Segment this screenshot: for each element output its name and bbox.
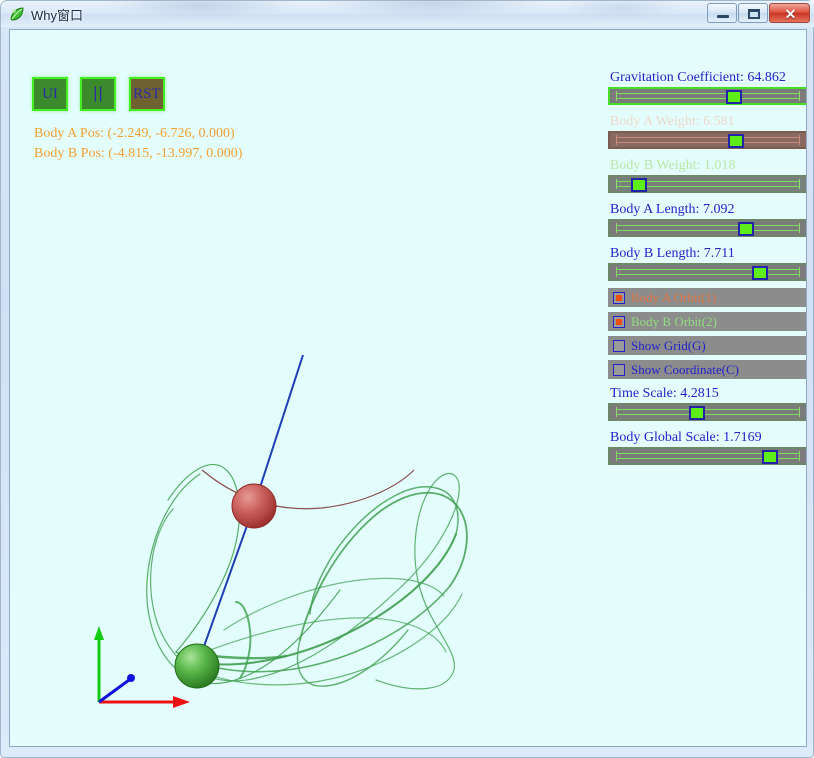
checkbox-show-grid[interactable]: Show Grid(G) — [608, 336, 806, 355]
slider-track — [616, 137, 800, 143]
body-a-orbit-label: Body A Orbit(1) — [631, 290, 717, 305]
title-bar[interactable]: Why窗口 ✕ — [1, 1, 814, 27]
slider-end-left — [616, 407, 617, 417]
gravitation-coefficient-label: Gravitation Coefficient: 64.862 — [610, 70, 786, 85]
slider-end-left — [616, 135, 617, 145]
slider-end-left — [616, 91, 617, 101]
control-body-global-scale: Body Global Scale: 1.7169 — [608, 428, 806, 465]
checkbox-icon-checked[interactable] — [613, 292, 625, 304]
body-a-sphere[interactable] — [231, 483, 277, 529]
checkbox-body-a-orbit[interactable]: Body A Orbit(1) — [608, 288, 806, 307]
slider-end-left — [616, 223, 617, 233]
close-button[interactable]: ✕ — [769, 3, 810, 23]
body-a-length-label: Body A Length: 7.092 — [610, 202, 735, 217]
application-window: Why窗口 ✕ UI || RST Body A Pos: (-2.249, -… — [0, 0, 814, 758]
body-b-weight-slider[interactable] — [608, 175, 806, 193]
slider-handle[interactable] — [728, 134, 744, 148]
slider-handle[interactable] — [762, 450, 778, 464]
pause-button[interactable]: || — [80, 77, 117, 111]
body-global-scale-slider[interactable] — [608, 447, 806, 465]
body-a-length-slider[interactable] — [608, 219, 806, 237]
control-panel: Gravitation Coefficient: 64.862 Body A W… — [608, 68, 806, 472]
minimize-button[interactable] — [707, 3, 737, 23]
reset-button[interactable]: RST — [128, 77, 165, 111]
body-a-weight-label: Body A Weight: 6.581 — [610, 114, 735, 129]
body-global-scale-label: Body Global Scale: 1.7169 — [610, 430, 762, 445]
close-icon: ✕ — [784, 6, 797, 22]
show-coordinate-label: Show Coordinate(C) — [631, 362, 739, 377]
client-area: UI || RST Body A Pos: (-2.249, -6.726, 0… — [9, 29, 807, 747]
control-body-b-weight: Body B Weight: 1.018 — [608, 156, 806, 193]
body-b-length-slider[interactable] — [608, 263, 806, 281]
slider-end-left — [616, 451, 617, 461]
window-title: Why窗口 — [31, 8, 84, 23]
body-a-weight-slider[interactable] — [608, 131, 806, 149]
body-b-length-label: Body B Length: 7.711 — [610, 246, 735, 261]
checkbox-icon-checked[interactable] — [613, 316, 625, 328]
body-b-orbit-label: Body B Orbit(2) — [631, 314, 717, 329]
slider-track — [616, 409, 800, 415]
slider-end-left — [616, 179, 617, 189]
slider-track — [616, 269, 800, 275]
body-b-position-text: Body B Pos: (-4.815, -13.997, 0.000) — [34, 146, 243, 161]
time-scale-slider[interactable] — [608, 403, 806, 421]
rod-lower — [196, 505, 255, 667]
checkbox-icon-unchecked[interactable] — [613, 340, 625, 352]
slider-handle[interactable] — [738, 222, 754, 236]
slider-end-right — [799, 407, 800, 417]
ui-toggle-button[interactable]: UI — [32, 77, 68, 111]
slider-end-right — [799, 179, 800, 189]
slider-end-right — [799, 135, 800, 145]
control-body-a-length: Body A Length: 7.092 — [608, 200, 806, 237]
slider-end-left — [616, 267, 617, 277]
slider-track — [616, 93, 800, 99]
slider-end-right — [799, 91, 800, 101]
checkbox-show-coordinate[interactable]: Show Coordinate(C) — [608, 360, 806, 379]
slider-handle[interactable] — [689, 406, 705, 420]
checkbox-body-b-orbit[interactable]: Body B Orbit(2) — [608, 312, 806, 331]
slider-handle[interactable] — [631, 178, 647, 192]
slider-end-right — [799, 451, 800, 461]
gravitation-coefficient-slider[interactable] — [608, 87, 806, 105]
slider-end-right — [799, 223, 800, 233]
rod-upper — [253, 354, 304, 507]
maximize-button[interactable] — [738, 3, 768, 23]
control-time-scale: Time Scale: 4.2815 — [608, 384, 806, 421]
slider-handle[interactable] — [726, 90, 742, 104]
minimize-icon — [717, 15, 729, 18]
toolbar: UI || RST — [32, 77, 173, 111]
body-position-readout: Body A Pos: (-2.249, -6.726, 0.000) Body… — [34, 124, 242, 164]
control-gravitation-coefficient: Gravitation Coefficient: 64.862 — [608, 68, 806, 105]
show-grid-label: Show Grid(G) — [631, 338, 706, 353]
body-b-sphere[interactable] — [174, 643, 220, 689]
control-body-a-weight: Body A Weight: 6.581 — [608, 112, 806, 149]
checkbox-icon-unchecked[interactable] — [613, 364, 625, 376]
body-a-position-text: Body A Pos: (-2.249, -6.726, 0.000) — [34, 126, 235, 141]
slider-handle[interactable] — [752, 266, 768, 280]
leaf-icon — [10, 7, 24, 21]
maximize-icon — [748, 9, 760, 19]
slider-end-right — [799, 267, 800, 277]
control-body-b-length: Body B Length: 7.711 — [608, 244, 806, 281]
slider-track — [616, 225, 800, 231]
time-scale-label: Time Scale: 4.2815 — [610, 386, 719, 401]
body-b-weight-label: Body B Weight: 1.018 — [610, 158, 736, 173]
